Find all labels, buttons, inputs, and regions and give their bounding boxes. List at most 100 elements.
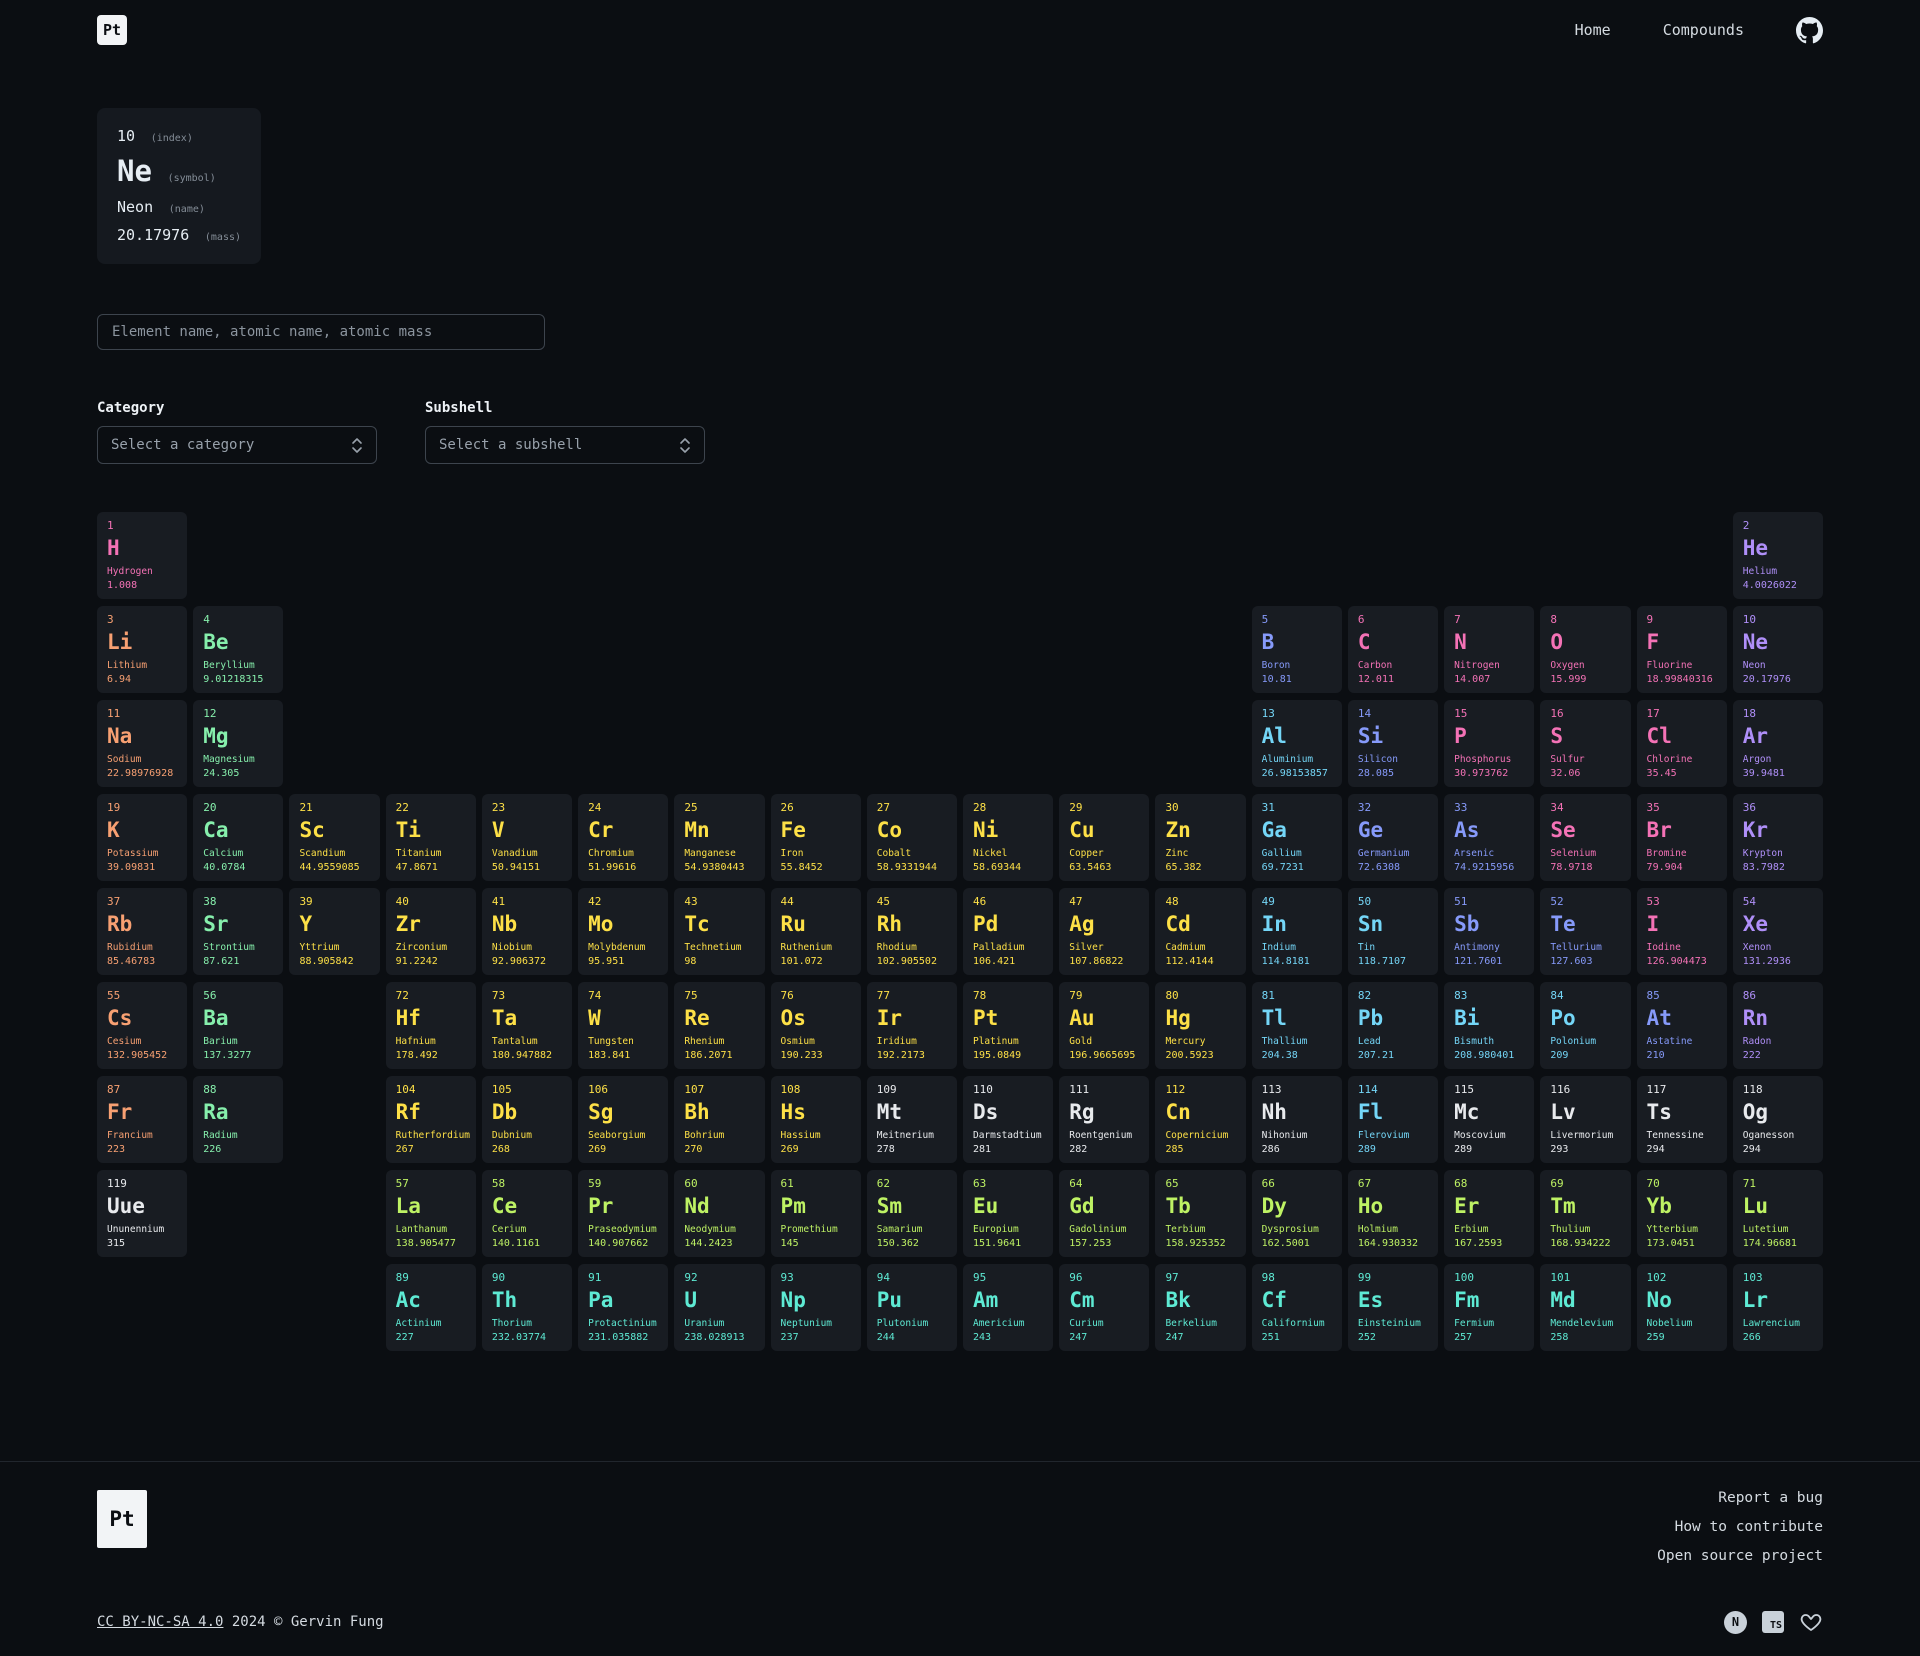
element-cell-Ti[interactable]: 22TiTitanium47.8671 bbox=[386, 794, 476, 881]
element-cell-Th[interactable]: 90ThThorium232.03774 bbox=[482, 1264, 572, 1351]
element-cell-Pu[interactable]: 94PuPlutonium244 bbox=[867, 1264, 957, 1351]
license-link[interactable]: CC BY-NC-SA 4.0 bbox=[97, 1614, 223, 1630]
element-cell-Bh[interactable]: 107BhBohrium270 bbox=[674, 1076, 764, 1163]
element-cell-Sn[interactable]: 50SnTin118.7107 bbox=[1348, 888, 1438, 975]
element-cell-Ts[interactable]: 117TsTennessine294 bbox=[1637, 1076, 1727, 1163]
element-cell-Tb[interactable]: 65TbTerbium158.925352 bbox=[1155, 1170, 1245, 1257]
element-cell-Fm[interactable]: 100FmFermium257 bbox=[1444, 1264, 1534, 1351]
element-cell-U[interactable]: 92UUranium238.028913 bbox=[674, 1264, 764, 1351]
element-cell-N[interactable]: 7NNitrogen14.007 bbox=[1444, 606, 1534, 693]
element-cell-Fl[interactable]: 114FlFlerovium289 bbox=[1348, 1076, 1438, 1163]
search-input[interactable] bbox=[97, 314, 545, 350]
element-cell-Mn[interactable]: 25MnManganese54.9380443 bbox=[674, 794, 764, 881]
element-cell-Gd[interactable]: 64GdGadolinium157.253 bbox=[1059, 1170, 1149, 1257]
element-cell-Fe[interactable]: 26FeIron55.8452 bbox=[771, 794, 861, 881]
element-cell-Am[interactable]: 95AmAmericium243 bbox=[963, 1264, 1053, 1351]
element-cell-No[interactable]: 102NoNobelium259 bbox=[1637, 1264, 1727, 1351]
element-cell-W[interactable]: 74WTungsten183.841 bbox=[578, 982, 668, 1069]
element-cell-Er[interactable]: 68ErErbium167.2593 bbox=[1444, 1170, 1534, 1257]
element-cell-Pm[interactable]: 61PmPromethium145 bbox=[771, 1170, 861, 1257]
element-cell-Au[interactable]: 79AuGold196.9665695 bbox=[1059, 982, 1149, 1069]
github-icon[interactable] bbox=[1796, 17, 1823, 44]
element-cell-Ra[interactable]: 88RaRadium226 bbox=[193, 1076, 283, 1163]
footer-link-contribute[interactable]: How to contribute bbox=[1675, 1519, 1823, 1535]
element-cell-O[interactable]: 8OOxygen15.999 bbox=[1540, 606, 1630, 693]
element-cell-Sr[interactable]: 38SrStrontium87.621 bbox=[193, 888, 283, 975]
element-cell-S[interactable]: 16SSulfur32.06 bbox=[1540, 700, 1630, 787]
element-cell-Rg[interactable]: 111RgRoentgenium282 bbox=[1059, 1076, 1149, 1163]
element-cell-Pt[interactable]: 78PtPlatinum195.0849 bbox=[963, 982, 1053, 1069]
element-cell-Ac[interactable]: 89AcActinium227 bbox=[386, 1264, 476, 1351]
typescript-icon[interactable]: TS bbox=[1762, 1611, 1784, 1633]
element-cell-Rf[interactable]: 104RfRutherfordium267 bbox=[386, 1076, 476, 1163]
element-cell-Ca[interactable]: 20CaCalcium40.0784 bbox=[193, 794, 283, 881]
element-cell-He[interactable]: 2HeHelium4.0026022 bbox=[1733, 512, 1823, 599]
element-cell-Be[interactable]: 4BeBeryllium9.01218315 bbox=[193, 606, 283, 693]
element-cell-V[interactable]: 23VVanadium50.94151 bbox=[482, 794, 572, 881]
element-cell-Eu[interactable]: 63EuEuropium151.9641 bbox=[963, 1170, 1053, 1257]
element-cell-Ce[interactable]: 58CeCerium140.1161 bbox=[482, 1170, 572, 1257]
element-cell-Hf[interactable]: 72HfHafnium178.492 bbox=[386, 982, 476, 1069]
element-cell-Po[interactable]: 84PoPolonium209 bbox=[1540, 982, 1630, 1069]
element-cell-Se[interactable]: 34SeSelenium78.9718 bbox=[1540, 794, 1630, 881]
element-cell-Br[interactable]: 35BrBromine79.904 bbox=[1637, 794, 1727, 881]
element-cell-Uue[interactable]: 119UueUnunennium315 bbox=[97, 1170, 187, 1257]
element-cell-Rn[interactable]: 86RnRadon222 bbox=[1733, 982, 1823, 1069]
element-cell-Sg[interactable]: 106SgSeaborgium269 bbox=[578, 1076, 668, 1163]
element-cell-Mt[interactable]: 109MtMeitnerium278 bbox=[867, 1076, 957, 1163]
element-cell-Ar[interactable]: 18ArArgon39.9481 bbox=[1733, 700, 1823, 787]
footer-link-report-bug[interactable]: Report a bug bbox=[1718, 1490, 1823, 1506]
category-select[interactable]: Select a category bbox=[97, 426, 377, 464]
element-cell-Rh[interactable]: 45RhRhodium102.905502 bbox=[867, 888, 957, 975]
element-cell-H[interactable]: 1HHydrogen1.008 bbox=[97, 512, 187, 599]
element-cell-Os[interactable]: 76OsOsmium190.233 bbox=[771, 982, 861, 1069]
element-cell-Yb[interactable]: 70YbYtterbium173.0451 bbox=[1637, 1170, 1727, 1257]
element-cell-Ir[interactable]: 77IrIridium192.2173 bbox=[867, 982, 957, 1069]
element-cell-Dy[interactable]: 66DyDysprosium162.5001 bbox=[1252, 1170, 1342, 1257]
heart-hands-icon[interactable] bbox=[1799, 1610, 1823, 1634]
element-cell-Ni[interactable]: 28NiNickel58.69344 bbox=[963, 794, 1053, 881]
footer-link-open-source[interactable]: Open source project bbox=[1657, 1548, 1823, 1564]
element-cell-Cl[interactable]: 17ClChlorine35.45 bbox=[1637, 700, 1727, 787]
element-cell-Ru[interactable]: 44RuRuthenium101.072 bbox=[771, 888, 861, 975]
element-cell-Cm[interactable]: 96CmCurium247 bbox=[1059, 1264, 1149, 1351]
element-cell-Nh[interactable]: 113NhNihonium286 bbox=[1252, 1076, 1342, 1163]
element-cell-Hs[interactable]: 108HsHassium269 bbox=[771, 1076, 861, 1163]
element-cell-Cf[interactable]: 98CfCalifornium251 bbox=[1252, 1264, 1342, 1351]
element-cell-Pr[interactable]: 59PrPraseodymium140.907662 bbox=[578, 1170, 668, 1257]
element-cell-Cd[interactable]: 48CdCadmium112.4144 bbox=[1155, 888, 1245, 975]
element-cell-Y[interactable]: 39YYttrium88.905842 bbox=[289, 888, 379, 975]
element-cell-Cr[interactable]: 24CrChromium51.99616 bbox=[578, 794, 668, 881]
element-cell-Mo[interactable]: 42MoMolybdenum95.951 bbox=[578, 888, 668, 975]
element-cell-Na[interactable]: 11NaSodium22.98976928 bbox=[97, 700, 187, 787]
element-cell-Nb[interactable]: 41NbNiobium92.906372 bbox=[482, 888, 572, 975]
element-cell-I[interactable]: 53IIodine126.904473 bbox=[1637, 888, 1727, 975]
element-cell-Ds[interactable]: 110DsDarmstadtium281 bbox=[963, 1076, 1053, 1163]
element-cell-Og[interactable]: 118OgOganesson294 bbox=[1733, 1076, 1823, 1163]
nav-link-compounds[interactable]: Compounds bbox=[1663, 21, 1744, 39]
element-cell-Mc[interactable]: 115McMoscovium289 bbox=[1444, 1076, 1534, 1163]
element-cell-Cu[interactable]: 29CuCopper63.5463 bbox=[1059, 794, 1149, 881]
element-cell-Lr[interactable]: 103LrLawrencium266 bbox=[1733, 1264, 1823, 1351]
nav-link-home[interactable]: Home bbox=[1575, 21, 1611, 39]
element-cell-At[interactable]: 85AtAstatine210 bbox=[1637, 982, 1727, 1069]
element-cell-Nd[interactable]: 60NdNeodymium144.2423 bbox=[674, 1170, 764, 1257]
element-cell-B[interactable]: 5BBoron10.81 bbox=[1252, 606, 1342, 693]
element-cell-Ge[interactable]: 32GeGermanium72.6308 bbox=[1348, 794, 1438, 881]
element-cell-Ho[interactable]: 67HoHolmium164.930332 bbox=[1348, 1170, 1438, 1257]
element-cell-Tm[interactable]: 69TmThulium168.934222 bbox=[1540, 1170, 1630, 1257]
element-cell-As[interactable]: 33AsArsenic74.9215956 bbox=[1444, 794, 1534, 881]
element-cell-Cn[interactable]: 112CnCopernicium285 bbox=[1155, 1076, 1245, 1163]
footer-logo[interactable]: Pt bbox=[97, 1490, 147, 1548]
element-cell-Rb[interactable]: 37RbRubidium85.46783 bbox=[97, 888, 187, 975]
element-cell-Np[interactable]: 93NpNeptunium237 bbox=[771, 1264, 861, 1351]
element-cell-Ne[interactable]: 10NeNeon20.17976 bbox=[1733, 606, 1823, 693]
element-cell-Al[interactable]: 13AlAluminium26.98153857 bbox=[1252, 700, 1342, 787]
element-cell-La[interactable]: 57LaLanthanum138.905477 bbox=[386, 1170, 476, 1257]
subshell-select[interactable]: Select a subshell bbox=[425, 426, 705, 464]
element-cell-Lv[interactable]: 116LvLivermorium293 bbox=[1540, 1076, 1630, 1163]
element-cell-Ta[interactable]: 73TaTantalum180.947882 bbox=[482, 982, 572, 1069]
element-cell-Bi[interactable]: 83BiBismuth208.980401 bbox=[1444, 982, 1534, 1069]
element-cell-Ba[interactable]: 56BaBarium137.3277 bbox=[193, 982, 283, 1069]
element-cell-Pa[interactable]: 91PaProtactinium231.035882 bbox=[578, 1264, 668, 1351]
